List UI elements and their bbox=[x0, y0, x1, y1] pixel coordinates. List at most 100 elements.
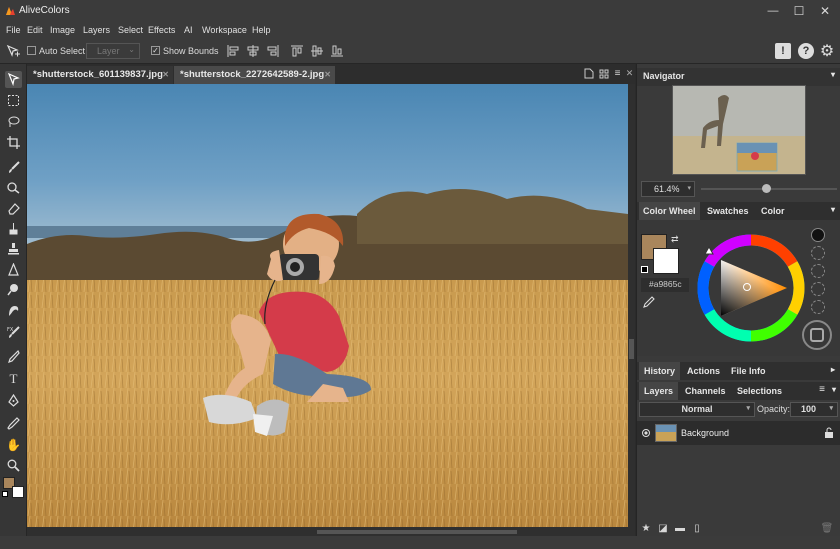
stamp-tool-icon[interactable] bbox=[5, 240, 22, 257]
show-bounds-checkbox[interactable]: ✓ bbox=[151, 46, 160, 55]
marquee-tool-icon[interactable] bbox=[5, 92, 22, 109]
sharpen-tool-icon[interactable] bbox=[5, 261, 22, 278]
hex-input[interactable]: #a9865c bbox=[641, 278, 689, 292]
align-right-icon[interactable] bbox=[266, 44, 280, 58]
menu-help[interactable]: Help bbox=[252, 25, 271, 35]
layer-name[interactable]: Background bbox=[681, 428, 729, 438]
chevron-down-icon[interactable]: ▾ bbox=[832, 385, 836, 394]
zoom-slider[interactable] bbox=[701, 184, 837, 193]
close-tab-icon[interactable]: ✕ bbox=[324, 70, 331, 79]
tab-layers[interactable]: Layers bbox=[639, 382, 679, 400]
effect-brush-tool-icon[interactable]: FX bbox=[5, 324, 22, 341]
close-button[interactable]: ✕ bbox=[815, 2, 835, 20]
menu-file[interactable]: File bbox=[6, 25, 21, 35]
tab-selections[interactable]: Selections bbox=[737, 386, 782, 396]
pen-brush-tool-icon[interactable] bbox=[5, 348, 22, 365]
help-icon[interactable]: ? bbox=[798, 43, 814, 59]
menu-select[interactable]: Select bbox=[118, 25, 143, 35]
pen-tool-icon[interactable] bbox=[5, 392, 22, 409]
align-left-icon[interactable] bbox=[226, 44, 240, 58]
grid-view-icon[interactable] bbox=[598, 68, 609, 79]
menu-workspace[interactable]: Workspace bbox=[202, 25, 247, 35]
panel-menu-icon[interactable]: ≡ bbox=[819, 384, 825, 395]
layer-row[interactable]: Background bbox=[637, 421, 840, 445]
eyedropper-tool-icon[interactable] bbox=[5, 415, 22, 432]
auto-select-checkbox[interactable] bbox=[27, 46, 36, 55]
maximize-button[interactable]: ☐ bbox=[789, 2, 809, 20]
layer-select[interactable]: Layer ⌄ bbox=[86, 43, 140, 59]
lock-icon[interactable] bbox=[824, 427, 834, 438]
menu-image[interactable]: Image bbox=[50, 25, 75, 35]
smart-brush-tool-icon[interactable] bbox=[5, 179, 22, 196]
menu-effects[interactable]: Effects bbox=[148, 25, 175, 35]
background-color-swatch[interactable] bbox=[653, 248, 679, 274]
eraser-tool-icon[interactable] bbox=[5, 200, 22, 217]
menu-layers[interactable]: Layers bbox=[83, 25, 110, 35]
opacity-input[interactable]: 100 ▾ bbox=[790, 402, 838, 417]
preset-black-icon[interactable] bbox=[811, 228, 825, 242]
folder-icon[interactable]: ▬ bbox=[674, 522, 686, 534]
vertical-scrollbar[interactable] bbox=[628, 84, 635, 527]
preset-icon[interactable] bbox=[811, 282, 825, 296]
tab-history[interactable]: History bbox=[639, 362, 681, 380]
hand-tool-icon[interactable]: ✋ bbox=[5, 436, 22, 453]
brush-tool-icon[interactable] bbox=[5, 159, 22, 176]
align-bottom-icon[interactable] bbox=[330, 44, 344, 58]
reset-colors-icon[interactable] bbox=[641, 266, 648, 273]
zoom-slider-handle[interactable] bbox=[762, 184, 772, 193]
add-mask-icon[interactable]: ◪ bbox=[657, 522, 669, 534]
preset-icon[interactable] bbox=[811, 246, 825, 260]
align-center-h-icon[interactable] bbox=[246, 44, 260, 58]
chevron-down-icon[interactable]: ▾ bbox=[831, 70, 835, 79]
text-tool-icon[interactable]: T bbox=[5, 370, 22, 387]
tab-color[interactable]: Color bbox=[761, 206, 785, 216]
document-icon[interactable] bbox=[583, 68, 594, 79]
new-layer-icon[interactable]: ★ bbox=[640, 522, 652, 534]
tab-swatches[interactable]: Swatches bbox=[707, 206, 749, 216]
color-mode-button[interactable] bbox=[802, 320, 832, 350]
close-tab-icon[interactable]: ✕ bbox=[162, 70, 169, 79]
scroll-thumb[interactable] bbox=[629, 339, 634, 359]
navigator-preview[interactable] bbox=[672, 85, 806, 175]
dodge-tool-icon[interactable] bbox=[5, 281, 22, 298]
zoom-tool-icon[interactable] bbox=[5, 457, 22, 474]
close-all-icon[interactable]: ✕ bbox=[624, 68, 635, 79]
swap-colors-icon[interactable]: ⇄ bbox=[671, 234, 679, 245]
lasso-tool-icon[interactable] bbox=[5, 113, 22, 130]
move-tool-icon[interactable] bbox=[5, 71, 22, 88]
tab-color-wheel[interactable]: Color Wheel bbox=[639, 202, 700, 220]
zoom-input[interactable]: 61.4% ▾ bbox=[641, 181, 695, 197]
tab-actions[interactable]: Actions bbox=[687, 366, 720, 376]
reset-colors-icon[interactable] bbox=[2, 491, 8, 497]
background-color-swatch[interactable] bbox=[12, 486, 24, 498]
settings-gear-icon[interactable]: ⚙ bbox=[818, 42, 836, 60]
align-middle-icon[interactable] bbox=[310, 44, 324, 58]
tab-menu-icon[interactable]: ≡ bbox=[612, 68, 623, 79]
minimize-button[interactable]: — bbox=[763, 2, 783, 20]
duplicate-icon[interactable]: ▯ bbox=[691, 522, 703, 534]
blend-mode-select[interactable]: Normal ▾ bbox=[639, 402, 755, 417]
fill-tool-icon[interactable] bbox=[5, 220, 22, 237]
image-canvas[interactable] bbox=[27, 84, 628, 527]
opacity-value: 100 bbox=[801, 404, 817, 414]
feedback-icon[interactable]: ! bbox=[775, 43, 791, 59]
horizontal-scrollbar[interactable] bbox=[27, 527, 635, 536]
crop-tool-icon[interactable] bbox=[5, 134, 22, 151]
menu-ai[interactable]: AI bbox=[184, 25, 193, 35]
scroll-thumb[interactable] bbox=[317, 530, 517, 534]
hue-wheel[interactable] bbox=[695, 232, 807, 344]
tab-file-info[interactable]: File Info bbox=[731, 366, 766, 376]
chevron-down-icon[interactable]: ▾ bbox=[831, 205, 835, 214]
menu-edit[interactable]: Edit bbox=[27, 25, 43, 35]
tab-document-1[interactable]: *shutterstock_601139837.jpg ✕ bbox=[27, 66, 173, 84]
preset-icon[interactable] bbox=[811, 264, 825, 278]
layer-visibility-icon[interactable] bbox=[642, 429, 650, 437]
trash-icon[interactable]: 🗑 bbox=[821, 522, 834, 534]
chevron-right-icon[interactable]: ▸ bbox=[831, 365, 835, 374]
tab-channels[interactable]: Channels bbox=[685, 386, 726, 396]
preset-icon[interactable] bbox=[811, 300, 825, 314]
eyedropper-icon[interactable] bbox=[643, 296, 655, 308]
align-top-icon[interactable] bbox=[290, 44, 304, 58]
smudge-tool-icon[interactable] bbox=[5, 302, 22, 319]
tab-document-2[interactable]: *shutterstock_2272642589-2.jpg ✕ bbox=[174, 66, 335, 84]
